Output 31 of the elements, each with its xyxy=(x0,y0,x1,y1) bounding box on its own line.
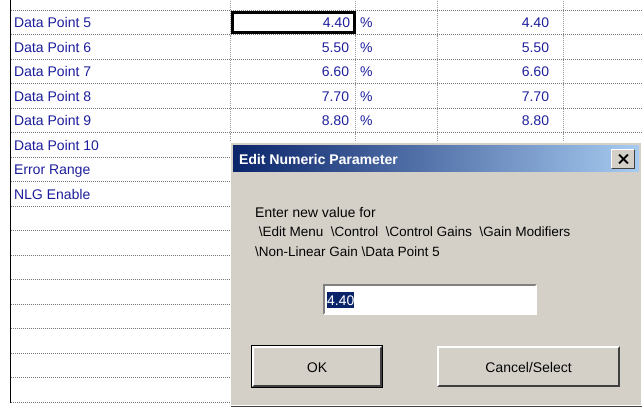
unit-label: % xyxy=(360,112,372,128)
value-cell: 8.80 xyxy=(522,112,549,128)
value-cell[interactable]: 6.60 xyxy=(231,60,356,83)
row-label: Data Point 8 xyxy=(14,88,92,104)
unit-label: % xyxy=(360,38,372,55)
close-icon xyxy=(618,154,628,164)
path-text: \Edit Menu \Control \Control Gains \Gain Modifiers \Non-Linear Gain \Data Point 5 xyxy=(255,223,572,261)
unit-label: % xyxy=(360,14,372,30)
unit-label: % xyxy=(360,63,372,80)
row-label: Data Point 5 xyxy=(14,14,92,30)
value-cell[interactable]: 5.50 xyxy=(231,35,356,58)
value-cell: 4.40 xyxy=(522,14,549,30)
prompt-text: Enter new value for xyxy=(255,203,377,222)
value-cell[interactable]: 7.70 xyxy=(231,84,356,108)
dialog-title: Edit Numeric Parameter xyxy=(239,150,398,166)
value-cell[interactable]: 4.40 xyxy=(231,10,356,34)
row-label: NLG Enable xyxy=(14,186,90,202)
ok-button[interactable]: OK xyxy=(252,346,382,387)
row-label: Data Point 7 xyxy=(14,63,92,80)
input-field[interactable]: 4.40 xyxy=(323,284,537,315)
value-cell: 6.60 xyxy=(522,63,549,80)
row-label: Error Range xyxy=(14,161,90,178)
value-cell: 5.50 xyxy=(522,38,549,55)
close-button[interactable] xyxy=(611,148,635,168)
value-cell[interactable]: 8.80 xyxy=(231,108,356,132)
row-label: Data Point 9 xyxy=(14,112,92,128)
row-label: Data Point 6 xyxy=(14,38,92,55)
cancel-button[interactable]: Cancel/Select xyxy=(437,346,620,387)
value-cell: 7.70 xyxy=(522,88,549,104)
unit-label: % xyxy=(360,88,372,104)
row-label: Data Point 10 xyxy=(14,136,99,153)
